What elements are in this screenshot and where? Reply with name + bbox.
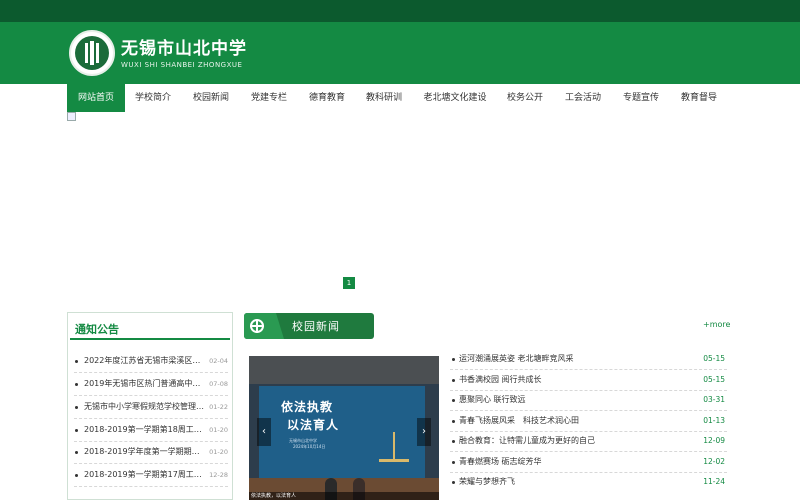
banner-slider[interactable] xyxy=(67,112,733,310)
bullet-icon xyxy=(75,474,78,477)
news-item-date: 12-09 xyxy=(703,436,725,445)
notice-item-date: 01-20 xyxy=(209,426,228,434)
news-item-title[interactable]: 青春燃赛场 砺志绽芳华 xyxy=(459,452,542,472)
bullet-icon xyxy=(452,358,455,361)
news-item-date: 05-15 xyxy=(703,354,725,363)
notice-item-date: 02-04 xyxy=(209,357,228,365)
news-list-item[interactable]: 惠聚同心 联行致远 03-31 xyxy=(450,390,727,410)
notice-item-title[interactable]: 2022年度江苏省无锡市梁溪区无… xyxy=(84,353,206,369)
nav-affairs[interactable]: 校务公开 xyxy=(500,84,550,112)
bullet-icon xyxy=(75,406,78,409)
news-item-title[interactable]: 惠聚同心 联行致远 xyxy=(459,390,526,410)
nav-research[interactable]: 教科研训 xyxy=(359,84,409,112)
bullet-icon xyxy=(75,383,78,386)
broken-image-icon xyxy=(67,112,76,121)
screen-headline-2: 以法育人 xyxy=(287,418,340,432)
news-section-header: 校园新闻 xyxy=(244,313,374,339)
notice-separator xyxy=(74,418,228,419)
photo-caption[interactable]: 依法执教，以法育人 xyxy=(249,492,439,500)
site-subtitle: WUXI SHI SHANBEI ZHONGXUE xyxy=(121,61,243,69)
news-header-icon-bg xyxy=(244,313,284,339)
news-item-date: 05-15 xyxy=(703,375,725,384)
site-header xyxy=(0,22,800,84)
notice-item[interactable]: 2018-2019第一学期第17周工作安排 12-28 xyxy=(74,467,230,483)
screen-date: 2024年10月14日 xyxy=(293,444,326,449)
notice-separator xyxy=(74,372,228,373)
notice-item-title[interactable]: 2018-2019第一学期第18周工作安排 xyxy=(84,422,206,438)
notice-divider xyxy=(70,338,230,340)
notice-item[interactable]: 2022年度江苏省无锡市梁溪区无… 02-04 xyxy=(74,353,230,369)
notice-separator xyxy=(74,463,228,464)
nav-party[interactable]: 党建专栏 xyxy=(244,84,294,112)
bullet-icon xyxy=(452,440,455,443)
news-photo-slider[interactable]: 依法执教 以法育人 无锡市山北中学 2024年10月14日 依法执教，以法育人 xyxy=(249,356,439,500)
news-list-item[interactable]: 融合教育：让特需儿童成为更好的自己 12-09 xyxy=(450,431,727,451)
nav-topics[interactable]: 专题宣传 xyxy=(616,84,666,112)
globe-icon-line xyxy=(256,319,258,333)
notice-item-date: 07-08 xyxy=(209,380,228,388)
news-item-title[interactable]: 融合教育：让特需儿童成为更好的自己 xyxy=(459,431,595,451)
news-list-item[interactable]: 运河潮涌展英姿 老北塘畔竞风采 05-15 xyxy=(450,349,727,369)
photo-ceiling xyxy=(249,356,439,384)
bullet-icon xyxy=(75,360,78,363)
news-item-date: 11-24 xyxy=(703,477,725,486)
news-item-title[interactable]: 运河潮涌展英姿 老北塘畔竞风采 xyxy=(459,349,574,369)
news-item-date: 03-31 xyxy=(703,395,725,404)
top-strip xyxy=(0,0,800,22)
main-nav: 网站首页 学校简介 校园新闻 党建专栏 德育教育 教科研训 老北塘文化建设 校务… xyxy=(0,84,800,112)
notice-item[interactable]: 2019年无锡市区热门普通高中分… 07-08 xyxy=(74,376,230,392)
bullet-icon xyxy=(75,451,78,454)
news-item-title[interactable]: 书香满校园 阅行共成长 xyxy=(459,370,542,390)
news-section-title: 校园新闻 xyxy=(292,320,340,333)
nav-culture[interactable]: 老北塘文化建设 xyxy=(419,84,491,112)
nav-moral-education[interactable]: 德育教育 xyxy=(302,84,352,112)
news-more-link[interactable]: +more xyxy=(703,320,730,329)
school-logo[interactable] xyxy=(69,30,115,76)
notice-title: 通知公告 xyxy=(75,323,119,336)
bullet-icon xyxy=(452,399,455,402)
notice-item-title[interactable]: 2019年无锡市区热门普通高中分… xyxy=(84,376,206,392)
prev-arrow-icon[interactable]: ‹ xyxy=(257,418,271,446)
notice-item-date: 01-20 xyxy=(209,448,228,456)
notice-separator xyxy=(74,395,228,396)
notice-separator xyxy=(74,441,228,442)
news-list-item[interactable]: 荣耀与梦想齐飞 11-24 xyxy=(450,472,727,492)
nav-campus-news[interactable]: 校园新闻 xyxy=(186,84,236,112)
notice-item[interactable]: 无锡市中小学寒假规范学校管理… 01-22 xyxy=(74,399,230,415)
nav-about[interactable]: 学校简介 xyxy=(128,84,178,112)
logo-mark-center xyxy=(90,41,94,65)
nav-home[interactable]: 网站首页 xyxy=(67,84,125,112)
notice-item[interactable]: 2018-2019学年度第一学期期末工… 01-20 xyxy=(74,444,230,460)
news-item-title[interactable]: 青春飞扬展风采 科技艺术润心田 xyxy=(459,411,579,431)
news-item-date: 12-02 xyxy=(703,457,725,466)
justice-scale-base xyxy=(379,434,409,462)
news-item-date: 01-13 xyxy=(703,416,725,425)
bullet-icon xyxy=(75,429,78,432)
news-item-title[interactable]: 荣耀与梦想齐飞 xyxy=(459,472,515,492)
next-arrow-icon[interactable]: › xyxy=(417,418,431,446)
news-list-item[interactable]: 书香满校园 阅行共成长 05-15 xyxy=(450,370,727,390)
logo-emblem xyxy=(75,36,109,70)
banner-page-indicator[interactable]: 1 xyxy=(343,277,355,289)
bullet-icon xyxy=(452,481,455,484)
screen-headline-1: 依法执教 xyxy=(281,400,334,414)
nav-supervision[interactable]: 教育督导 xyxy=(674,84,724,112)
notice-item-date: 12-28 xyxy=(209,471,228,479)
notice-item[interactable]: 2018-2019第一学期第18周工作安排 01-20 xyxy=(74,422,230,438)
notice-panel: 通知公告 2022年度江苏省无锡市梁溪区无… 02-04 2019年无锡市区热门… xyxy=(67,312,233,500)
bullet-icon xyxy=(452,379,455,382)
notice-item-date: 01-22 xyxy=(209,403,228,411)
notice-item-title[interactable]: 2018-2019学年度第一学期期末工… xyxy=(84,444,206,460)
site-title[interactable]: 无锡市山北中学 xyxy=(121,34,247,59)
nav-union[interactable]: 工会活动 xyxy=(558,84,608,112)
notice-item-title[interactable]: 2018-2019第一学期第17周工作安排 xyxy=(84,467,206,483)
notice-item-title[interactable]: 无锡市中小学寒假规范学校管理… xyxy=(84,399,206,415)
bullet-icon xyxy=(452,420,455,423)
notice-separator xyxy=(74,486,228,487)
news-list-item[interactable]: 青春燃赛场 砺志绽芳华 12-02 xyxy=(450,452,727,472)
news-list-item[interactable]: 青春飞扬展风采 科技艺术润心田 01-13 xyxy=(450,411,727,431)
bullet-icon xyxy=(452,461,455,464)
photo-projection-screen: 依法执教 以法育人 无锡市山北中学 2024年10月14日 xyxy=(259,386,425,478)
